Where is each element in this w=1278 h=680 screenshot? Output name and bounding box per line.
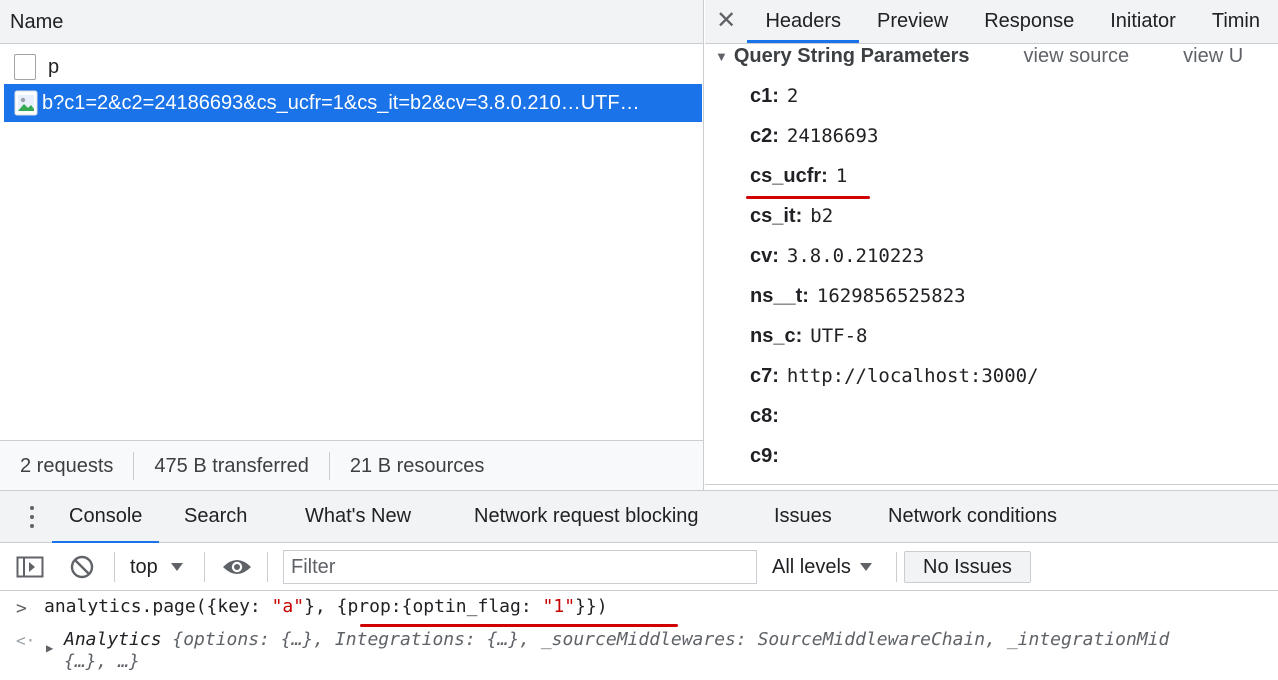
expand-triangle-icon[interactable]: ▶ <box>46 641 53 655</box>
query-param-row[interactable]: c1: 2 <box>750 76 798 116</box>
console-output-line[interactable]: Analytics {options: {…}, Integrations: {… <box>64 629 1169 650</box>
param-key: cv: <box>750 245 779 267</box>
request-row[interactable]: p <box>4 48 702 86</box>
console-drawer: Console Search What's New Network reques… <box>0 490 1278 680</box>
clear-console-icon[interactable] <box>70 543 94 591</box>
object-preview: {options: {…}, Integrations: {…}, _sourc… <box>172 629 1170 650</box>
request-details-panel: ✕ Headers Preview Response Initiator Tim… <box>705 0 1278 490</box>
request-row-selected[interactable]: b?c1=2&c2=24186693&cs_ucfr=1&cs_it=b2&cv… <box>4 84 702 122</box>
console-output[interactable]: > analytics.page({key: "a"}, {prop:{opti… <box>0 591 1278 680</box>
network-summary-bar: 2 requests 475 B transferred 21 B resour… <box>0 440 703 490</box>
param-key: cs_it: <box>750 205 803 227</box>
param-key: c9: <box>750 445 779 467</box>
query-param-row[interactable]: ns_c: UTF-8 <box>750 316 867 356</box>
query-param-row[interactable]: c2: 24186693 <box>750 116 878 156</box>
context-label: top <box>130 555 158 578</box>
param-key: cs_ucfr: <box>750 165 828 187</box>
console-input-line[interactable]: analytics.page({key: "a"}, {prop:{optin_… <box>44 596 608 617</box>
more-options-icon[interactable] <box>0 491 52 542</box>
query-param-row[interactable]: ns__t: 1629856525823 <box>750 276 966 316</box>
toolbar-separator <box>896 552 897 582</box>
object-preview-cont: {…}, …} <box>64 651 140 672</box>
transferred-size: 475 B transferred <box>134 451 330 480</box>
toolbar-separator <box>267 552 268 582</box>
issues-button[interactable]: No Issues <box>904 551 1031 583</box>
request-name: p <box>48 55 60 78</box>
drawer-tab-bar: Console Search What's New Network reques… <box>0 491 1278 544</box>
view-url-encoded-link[interactable]: view U <box>1183 45 1243 68</box>
query-param-row[interactable]: c7: http://localhost:3000/ <box>750 356 1039 396</box>
annotation-underline <box>746 196 870 199</box>
tab-network-conditions[interactable]: Network conditions <box>888 491 1057 541</box>
tab-network-request-blocking[interactable]: Network request blocking <box>474 491 699 541</box>
output-prompt-icon: <· <box>16 631 36 650</box>
param-key: ns_c: <box>750 325 803 347</box>
filter-input[interactable] <box>283 550 757 584</box>
close-icon[interactable]: ✕ <box>705 0 747 43</box>
query-param-row[interactable]: c9: <box>750 436 787 476</box>
log-levels-label: All levels <box>772 555 851 578</box>
tab-console[interactable]: Console <box>52 491 160 544</box>
annotation-underline <box>360 624 678 627</box>
param-value: 2 <box>786 85 799 107</box>
query-param-row[interactable]: cs_it: b2 <box>750 196 833 236</box>
param-value: 24186693 <box>786 125 879 147</box>
param-value: http://localhost:3000/ <box>786 365 1039 387</box>
query-string-section-header[interactable]: ▼ Query String Parameters view source vi… <box>705 42 1278 70</box>
param-key: c1: <box>750 85 779 107</box>
param-key: c8: <box>750 405 779 427</box>
param-key: c7: <box>750 365 779 387</box>
log-levels-dropdown[interactable]: All levels <box>772 543 873 591</box>
query-param-row[interactable]: c8: <box>750 396 787 436</box>
name-column-label: Name <box>10 11 64 33</box>
console-toolbar: top All levels No Issues <box>0 543 1278 591</box>
dropdown-arrow-icon <box>170 563 183 571</box>
request-count: 2 requests <box>0 451 135 480</box>
code-text: analytics.page({key: <box>44 596 272 617</box>
param-value: 1 <box>835 165 848 187</box>
live-expression-eye-icon[interactable] <box>221 543 253 591</box>
code-string: "1" <box>542 596 576 617</box>
param-key: c2: <box>750 125 779 147</box>
panel-divider <box>705 484 1278 485</box>
param-value: 3.8.0.210223 <box>786 245 925 267</box>
section-title: Query String Parameters <box>733 44 970 67</box>
dropdown-arrow-icon <box>859 563 872 571</box>
query-param-row[interactable]: cs_ucfr: 1 <box>750 156 847 196</box>
document-icon <box>14 54 36 80</box>
object-class-name: Analytics <box>64 629 173 650</box>
sidebar-toggle-icon[interactable] <box>16 543 44 591</box>
code-string: "a" <box>271 596 305 617</box>
console-output-line: {…}, …} <box>64 651 140 672</box>
image-file-icon <box>14 90 38 116</box>
network-request-list: Name p b?c1=2&c2=24186693&cs_ucfr=1&cs_i… <box>0 0 704 490</box>
param-value: UTF-8 <box>810 325 868 347</box>
input-prompt-icon: > <box>16 598 27 619</box>
tab-search[interactable]: Search <box>184 491 247 541</box>
details-tab-bar: ✕ Headers Preview Response Initiator Tim… <box>705 0 1278 44</box>
context-selector[interactable]: top <box>130 543 184 591</box>
resources-size: 21 B resources <box>349 454 485 477</box>
triangle-down-icon[interactable]: ▼ <box>715 49 728 64</box>
query-param-row[interactable]: cv: 3.8.0.210223 <box>750 236 924 276</box>
code-text: }}) <box>575 596 608 617</box>
param-key: ns__t: <box>750 285 809 307</box>
code-text: }, {prop:{optin_flag: <box>304 596 543 617</box>
name-column-header[interactable]: Name <box>0 0 703 44</box>
tab-whats-new[interactable]: What's New <box>305 491 411 541</box>
tab-initiator[interactable]: Initiator <box>1092 0 1194 43</box>
param-value: 1629856525823 <box>816 285 966 307</box>
request-name: b?c1=2&c2=24186693&cs_ucfr=1&cs_it=b2&cv… <box>42 91 640 114</box>
tab-timing[interactable]: Timin <box>1194 0 1278 43</box>
tab-response[interactable]: Response <box>966 0 1092 43</box>
toolbar-separator <box>204 552 205 582</box>
toolbar-separator <box>114 552 115 582</box>
view-source-link[interactable]: view source <box>1024 45 1130 68</box>
tab-preview[interactable]: Preview <box>859 0 966 43</box>
tab-issues[interactable]: Issues <box>774 491 832 541</box>
param-value: b2 <box>810 205 834 227</box>
tab-headers[interactable]: Headers <box>747 0 860 43</box>
